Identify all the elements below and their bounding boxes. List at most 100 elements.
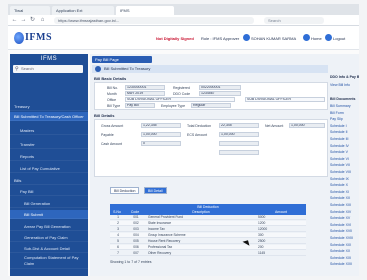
table-row[interactable]: 7 007 Other Recovery 1145 [110, 251, 306, 256]
bill-document-link[interactable]: Schedule X [330, 183, 359, 187]
logo-text: IFMS [25, 32, 52, 43]
bill-document-link[interactable]: Schedule III [330, 137, 359, 141]
bill-document-link[interactable]: Schedule XXI [330, 256, 359, 260]
sidebar-item-transfer[interactable]: Transfer [10, 140, 88, 149]
gross-amount-field: 1,22,345 [141, 123, 181, 128]
table-cell: 4 [117, 233, 119, 237]
bill-document-link[interactable]: Schedule XVII [330, 229, 359, 233]
bill-document-link[interactable]: Schedule XVIII [330, 236, 359, 240]
logout-icon[interactable] [325, 34, 332, 41]
bill-document-link[interactable]: Schedule VII [330, 163, 359, 167]
month-field: MAY 2019 [125, 91, 165, 96]
ifms-logo[interactable]: IFMS [14, 32, 54, 45]
bill-document-link[interactable]: Bill Summary [330, 104, 359, 108]
tab-bill-detail[interactable]: Bill Detail [144, 187, 167, 194]
role-label: Role : IFMS Approver [201, 36, 240, 41]
bill-document-link[interactable]: Schedule XXII [330, 262, 359, 266]
sidebar-item-sub-dist[interactable]: Sub-Dist & Account Detail [10, 244, 88, 253]
table-cell: 1145 [258, 251, 266, 255]
right-link-panel: DDO Info & Pay Bill View Bill Info Bill … [330, 75, 359, 275]
signature-warning: Not Digitally Signed [156, 36, 194, 41]
logout-link[interactable]: Logout [333, 36, 345, 41]
table-row[interactable]: 1 001 General Provident Fund 5000 [110, 215, 306, 220]
panel-header: Bill Submitted To Treasury [92, 65, 328, 73]
sidebar-item-pay-claim[interactable]: Generation of Pay Claim [10, 233, 88, 242]
home-icon[interactable] [303, 34, 310, 41]
home-icon[interactable]: ⌂ [39, 17, 46, 24]
bill-document-link[interactable]: Schedule V [330, 150, 359, 154]
total-ded-field: 22,345 [219, 123, 259, 128]
bill-document-link[interactable]: Schedule VIII [330, 170, 359, 174]
gross-amount-label: Gross Amount [101, 124, 124, 128]
bill-document-link[interactable]: Schedule IV [330, 144, 359, 148]
bill-document-link[interactable]: Schedule XVI [330, 223, 359, 227]
reg-label: Registered [173, 86, 190, 90]
table-cell: House Rent Recovery [148, 239, 181, 243]
section-title-bill: Bill Details [94, 113, 115, 118]
office-field[interactable]: SUB DIVISIONAL OFFICER [125, 97, 235, 102]
office-field-2[interactable]: SUB DIVISIONAL OFFICER [245, 97, 325, 102]
table-cell: 001 [133, 215, 139, 219]
view-bill-info-link[interactable]: View Bill Info [330, 83, 359, 87]
sidebar-item-treasury[interactable]: Treasury [10, 102, 88, 111]
ddo-label: DDO Code [173, 92, 191, 96]
sidebar-item-computation[interactable]: Computation Statement of Pay Claim [10, 255, 88, 269]
table-cell: General Provident Fund [148, 215, 184, 219]
table-row[interactable]: 2 002 State Insurance 1200 [110, 221, 306, 226]
bill-document-link[interactable]: Schedule XX [330, 249, 359, 253]
bill-document-link[interactable]: Pay Slip [330, 117, 359, 121]
table-row[interactable]: 3 003 Income Tax 12000 [110, 227, 306, 232]
browser-tab-active[interactable]: IFMS [116, 6, 174, 15]
table-cell: 5000 [258, 215, 266, 219]
back-icon[interactable]: ← [11, 17, 18, 24]
reload-icon[interactable]: ↻ [29, 17, 36, 24]
bill-document-link[interactable]: Schedule XII [330, 196, 359, 200]
tab-bill-deduction[interactable]: Bill Deduction [110, 187, 140, 194]
bill-document-link[interactable]: Schedule II [330, 130, 359, 134]
info-icon [95, 66, 101, 72]
sidebar-item-arrear-pay-bill[interactable]: Arrear Pay Bill Generation [10, 222, 88, 231]
sidebar-item-bill-generation[interactable]: Bill Generation [10, 199, 88, 208]
sidebar-item-pay-bill[interactable]: Pay Bill [10, 187, 88, 196]
emp-type-label: Employee Type [161, 104, 186, 108]
bill-type-label: Bill Type [107, 104, 121, 108]
page-tab[interactable]: Pay Bill Page [92, 56, 152, 63]
url-field[interactable]: https://www.ifmsrajasthan.gov.in/... [54, 17, 254, 24]
sidebar-item-bill-submit[interactable]: Bill Submit [10, 210, 88, 219]
ddo-field: 1234567 [199, 91, 241, 96]
sidebar-item-bills[interactable]: Bills [10, 176, 88, 185]
extra-field-2 [219, 150, 259, 155]
table-cell: 006 [133, 245, 139, 249]
bill-document-link[interactable]: Schedule XV [330, 216, 359, 220]
bill-document-link[interactable]: Schedule XIII [330, 203, 359, 207]
basic-details-box: Bill No. 1230000001 Registered 002200000… [94, 82, 328, 110]
bill-document-link[interactable]: Schedule VI [330, 157, 359, 161]
forward-icon[interactable]: → [20, 17, 27, 24]
bill-document-link[interactable]: Schedule XI [330, 190, 359, 194]
bill-document-link[interactable]: Schedule I [330, 124, 359, 128]
bill-document-link[interactable]: Schedule XIV [330, 210, 359, 214]
table-cell: Group Insurance Scheme [148, 233, 186, 237]
bill-document-link[interactable]: Bill Form [330, 111, 359, 115]
browser-tab[interactable]: Tiwal [10, 6, 50, 15]
net-field: 1,00,000 [289, 123, 325, 128]
bill-document-link[interactable]: Schedule XIX [330, 243, 359, 247]
total-ded-label: Total Deduction [187, 124, 212, 128]
sidebar-search-input[interactable]: ⚲ Search [13, 65, 83, 73]
browser-tab[interactable]: Application Ext [52, 6, 114, 15]
table-row[interactable]: 6 006 Professional Tax 200 [110, 245, 306, 250]
home-link[interactable]: Home [311, 36, 322, 41]
table-cell: 004 [133, 233, 139, 237]
logo-emblem-icon [14, 32, 24, 44]
app-header: IFMS Not Digitally Signed Role : IFMS Ap… [8, 26, 359, 50]
browser-search-field[interactable]: Search [264, 17, 324, 24]
user-dropdown[interactable]: SOHAN KUMAR SARMA [251, 36, 296, 41]
sidebar-item-masters[interactable]: Masters [10, 126, 88, 135]
bill-details-box: Gross Amount 1,22,345 Total Deduction 22… [94, 119, 328, 177]
sidebar-item-bill-submitted[interactable]: Bill Submitted To Treasury/Cash Officer [10, 112, 88, 121]
table-row[interactable]: 4 004 Group Insurance Scheme 300 [110, 233, 306, 238]
sidebar-item-reports[interactable]: Reports [10, 152, 88, 161]
bill-document-link[interactable]: Schedule IX [330, 177, 359, 181]
table-row[interactable]: 5 005 House Rent Recovery 2500 [110, 239, 306, 244]
sidebar-item-pay-cumulative[interactable]: List of Pay Cumulative [10, 164, 88, 173]
